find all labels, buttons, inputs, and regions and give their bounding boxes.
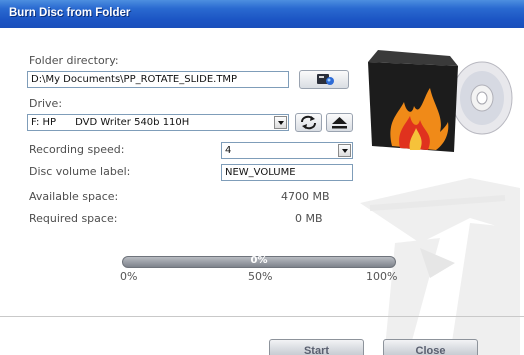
button-divider	[0, 316, 524, 317]
required-space-label: Required space:	[29, 212, 118, 225]
chevron-down-icon[interactable]	[338, 144, 351, 157]
eject-icon	[332, 117, 347, 129]
browse-folder-button[interactable]	[299, 70, 349, 89]
available-space-value: 4700 MB	[281, 190, 330, 203]
dialog-content: Folder directory: D:\My Documents\PP_ROT…	[0, 28, 524, 355]
recording-speed-select[interactable]: 4	[221, 142, 353, 159]
drive-select-value: F: HP DVD Writer 540b 110H	[31, 117, 190, 128]
title-bar: Burn Disc from Folder	[0, 0, 524, 28]
progress-percent-text: 0%	[250, 255, 268, 266]
close-button[interactable]: Close	[383, 339, 478, 355]
drive-select[interactable]: F: HP DVD Writer 540b 110H	[27, 114, 289, 131]
disc-volume-label: Disc volume label:	[29, 165, 131, 178]
disc-volume-input[interactable]: NEW_VOLUME	[221, 164, 353, 181]
progress-tick-100: 100%	[366, 270, 398, 283]
browse-folder-icon	[317, 74, 334, 85]
drive-label: Drive:	[29, 97, 63, 110]
chevron-down-icon[interactable]	[274, 116, 287, 129]
window-title: Burn Disc from Folder	[9, 7, 131, 19]
folder-directory-input[interactable]: D:\My Documents\PP_ROTATE_SLIDE.TMP	[27, 71, 289, 88]
refresh-drives-icon	[301, 115, 316, 130]
burn-progress-bar: 0%	[122, 255, 396, 268]
burn-disc-logo	[368, 50, 513, 152]
start-button[interactable]: Start	[269, 339, 364, 355]
available-space-label: Available space:	[29, 190, 119, 203]
progress-tick-0: 0%	[120, 270, 138, 283]
progress-tick-50: 50%	[248, 270, 273, 283]
eject-button[interactable]	[326, 113, 353, 132]
refresh-drives-button[interactable]	[295, 113, 322, 132]
recording-speed-label: Recording speed:	[29, 143, 125, 156]
folder-directory-label: Folder directory:	[29, 54, 119, 67]
burn-disc-window: Burn Disc from Folder Folder directory: …	[0, 0, 524, 355]
required-space-value: 0 MB	[295, 212, 323, 225]
recording-speed-value: 4	[225, 145, 232, 156]
